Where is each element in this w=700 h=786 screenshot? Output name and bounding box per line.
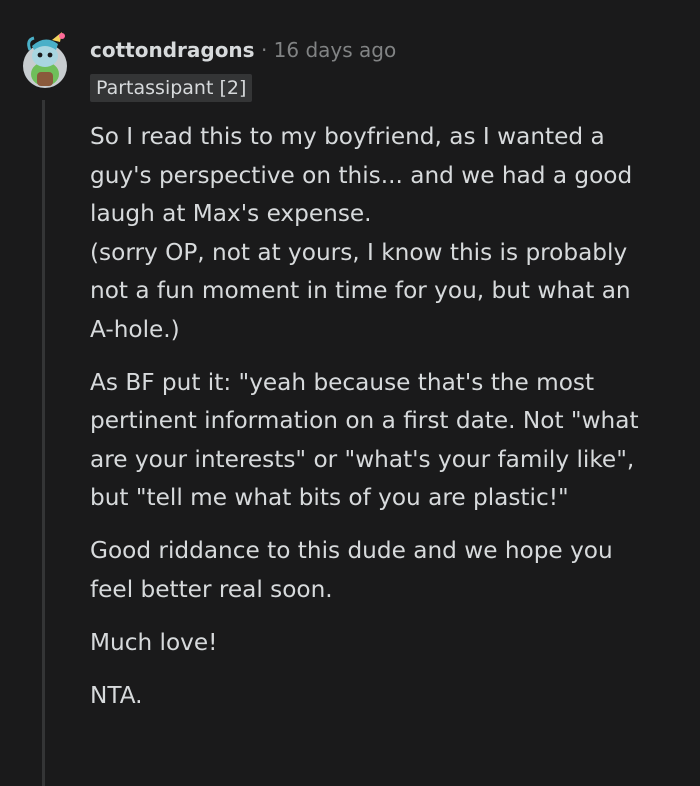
timestamp[interactable]: 16 days ago <box>274 38 397 62</box>
comment-paragraph: NTA. <box>90 681 143 709</box>
comment-paragraph: So I read this to my boyfriend, as I wan… <box>90 123 633 343</box>
comment-header: cottondragons · 16 days ago <box>90 36 396 64</box>
comment-paragraph: Much love! <box>90 628 218 656</box>
username-link[interactable]: cottondragons <box>90 38 255 62</box>
user-flair: Partassipant [2] <box>90 74 253 102</box>
meta-separator: · <box>260 38 268 62</box>
comment-paragraph: Good riddance to this dude and we hope y… <box>90 537 613 603</box>
comment-paragraph: As BF put it: "yeah because that's the m… <box>90 368 639 512</box>
avatar-icon[interactable] <box>22 30 68 90</box>
comment-body: So I read this to my boyfriend, as I wan… <box>90 118 690 730</box>
thread-collapse-line[interactable] <box>42 100 45 786</box>
